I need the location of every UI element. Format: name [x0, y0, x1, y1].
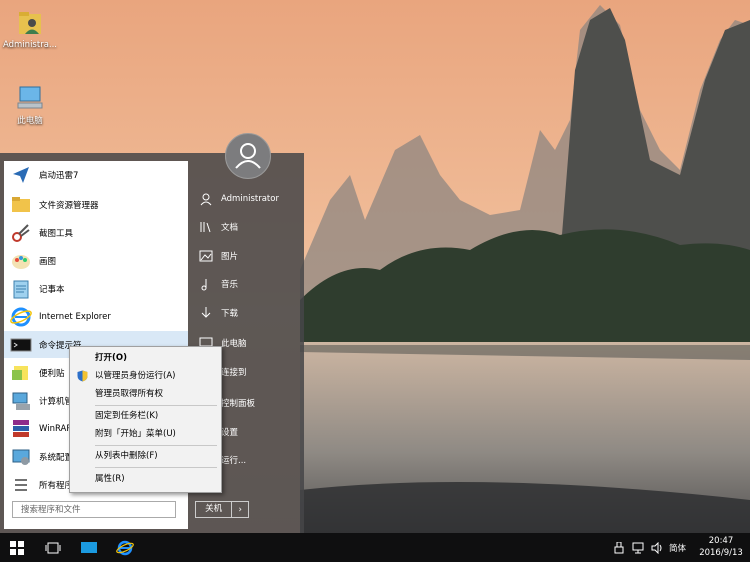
program-label: 记事本 [39, 284, 65, 295]
desktop-icon-this-pc[interactable]: 此电脑 [0, 84, 60, 126]
context-menu: 打开(O) 以管理员身份运行(A) 管理员取得所有权 固定到任务栏(K) 附到「… [69, 346, 222, 493]
shutdown-label: 关机 [196, 502, 233, 517]
context-separator [95, 405, 217, 406]
place-label: 运行... [221, 456, 247, 466]
program-label: WinRAR [39, 423, 73, 434]
program-label: 文件资源管理器 [39, 200, 99, 211]
place-label: 文档 [221, 223, 239, 233]
program-item-snipping-tool[interactable]: 截图工具 [4, 219, 188, 246]
program-label: 计算机管 [39, 396, 74, 407]
program-label: 画图 [39, 256, 57, 267]
system-config-icon [12, 449, 30, 465]
winrar-icon [13, 419, 29, 437]
uac-shield-icon [77, 370, 88, 382]
program-label: 截图工具 [39, 228, 74, 239]
snipping-tool-icon [12, 223, 30, 242]
tray-network-icon-wrap[interactable] [632, 533, 644, 562]
task-view-icon [45, 542, 61, 553]
taskbar-desktop-button[interactable] [72, 533, 106, 562]
pictures-icon [199, 250, 213, 262]
desktop-icon-label: 此电脑 [17, 116, 43, 126]
user-icon [200, 193, 212, 206]
place-documents[interactable]: 文档 [193, 214, 304, 240]
network-icon [632, 542, 644, 553]
desktop-icon [81, 541, 97, 553]
user-folder-icon [19, 12, 41, 34]
place-label: 下载 [221, 309, 239, 319]
computer-management-icon [12, 392, 30, 410]
usb-icon [614, 541, 624, 553]
context-item-take-ownership[interactable]: 管理员取得所有权 [70, 385, 221, 403]
program-item-file-explorer[interactable]: 文件资源管理器 [4, 191, 188, 218]
context-item-open[interactable]: 打开(O) [70, 349, 221, 367]
downloads-icon [201, 307, 211, 318]
folder-icon [12, 196, 30, 212]
place-pictures[interactable]: 图片 [193, 243, 304, 269]
context-item-properties[interactable]: 属性(R) [70, 470, 221, 488]
thunder-icon [13, 166, 29, 183]
cmd-icon [10, 338, 32, 351]
place-administrator[interactable]: Administrator [193, 186, 304, 212]
program-label: 系统配置 [39, 452, 74, 463]
computer-icon [17, 86, 43, 109]
start-search-input[interactable]: 搜索程序和文件 [12, 501, 176, 518]
program-item-internet-explorer[interactable]: Internet Explorer [4, 303, 188, 330]
program-item-notepad[interactable]: 记事本 [4, 275, 188, 302]
place-label: 设置 [221, 428, 239, 438]
tray-usb-icon-wrap[interactable] [614, 533, 624, 562]
place-downloads[interactable]: 下载 [193, 300, 304, 326]
place-label: 音乐 [221, 280, 239, 290]
context-separator [95, 445, 217, 446]
place-label: 此电脑 [221, 339, 247, 349]
ie-icon [10, 307, 32, 326]
volume-icon [651, 541, 662, 554]
program-label: Internet Explorer [39, 311, 111, 322]
context-item-pin-start[interactable]: 附到「开始」菜单(U) [70, 425, 221, 443]
taskbar-clock[interactable]: 20:47 2016/9/13 [696, 535, 746, 559]
program-item-paint[interactable]: 画图 [4, 247, 188, 274]
music-icon [201, 279, 207, 291]
notepad-icon [13, 280, 29, 298]
ime-indicator[interactable]: 简体 [669, 533, 686, 562]
context-item-pin-taskbar[interactable]: 固定到任务栏(K) [70, 407, 221, 425]
sticky-notes-icon [12, 365, 28, 380]
context-separator [95, 467, 217, 468]
program-label: 所有程序 [39, 480, 74, 491]
desktop-icon-administrator[interactable]: Administra... [0, 8, 60, 50]
shutdown-options-arrow[interactable]: › [232, 505, 248, 515]
place-label: 连接到 [221, 368, 247, 378]
program-label: 启动迅雷7 [39, 170, 79, 181]
place-label: 控制面板 [221, 399, 256, 409]
context-item-label: 以管理员身份运行(A) [95, 371, 176, 381]
paint-icon [12, 254, 30, 269]
place-label: 图片 [221, 252, 239, 262]
task-view-button[interactable] [36, 533, 70, 562]
start-button[interactable] [0, 533, 34, 562]
taskbar: 简体 20:47 2016/9/13 [0, 533, 750, 562]
place-music[interactable]: 音乐 [193, 271, 304, 297]
desktop-icon-label: Administra... [2, 40, 58, 50]
shutdown-button[interactable]: 关机 › [195, 501, 249, 518]
clock-date: 2016/9/13 [699, 548, 743, 558]
tray-volume-icon-wrap[interactable] [651, 533, 663, 562]
clock-time: 20:47 [708, 536, 734, 546]
ie-icon [116, 540, 134, 555]
program-item-thunder[interactable]: 启动迅雷7 [4, 161, 188, 188]
all-programs-icon [15, 478, 27, 491]
user-icon [235, 143, 261, 169]
program-label: 便利贴 [39, 368, 65, 379]
context-item-run-as-admin[interactable]: 以管理员身份运行(A) [70, 367, 221, 385]
documents-icon [200, 222, 211, 233]
context-item-remove-from-list[interactable]: 从列表中删除(F) [70, 447, 221, 465]
taskbar-ie-button[interactable] [108, 533, 142, 562]
place-label: Administrator [221, 194, 279, 204]
user-avatar[interactable] [225, 133, 271, 179]
windows-start-icon [10, 540, 24, 555]
